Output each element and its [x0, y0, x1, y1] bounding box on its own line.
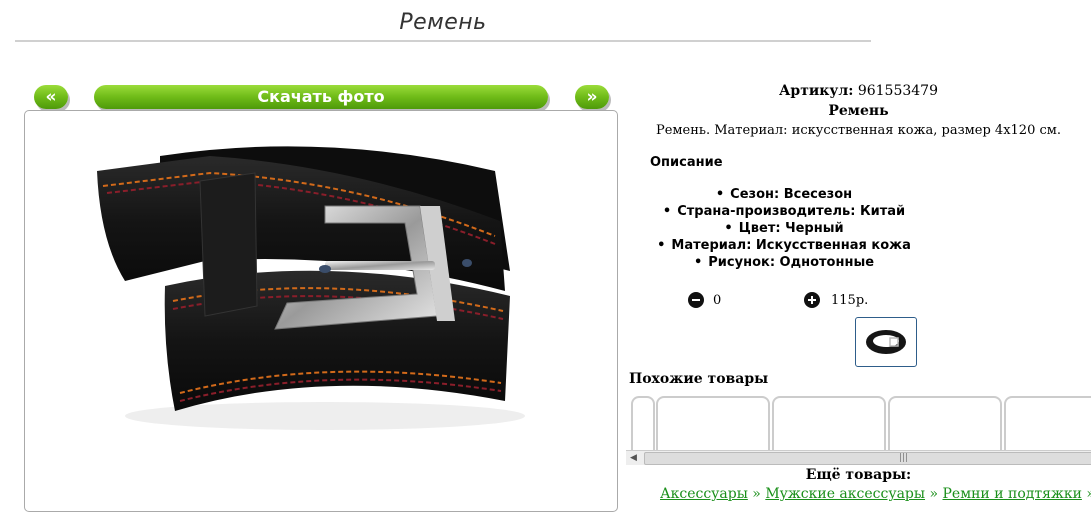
feature-color: Цвет: Черный — [626, 220, 942, 237]
minus-icon[interactable] — [688, 292, 704, 308]
next-photo-button[interactable]: » — [575, 85, 609, 109]
belt-thumbnail-icon — [866, 330, 906, 354]
title-divider — [15, 40, 871, 42]
price-value: 115р. — [831, 293, 869, 308]
feature-season: Сезон: Всесезон — [626, 186, 942, 203]
description-heading: Описание — [650, 155, 723, 170]
prev-photo-button[interactable]: « — [34, 85, 68, 109]
breadcrumb-link[interactable]: Аксессуары — [660, 486, 748, 502]
similar-product-card[interactable] — [631, 396, 655, 450]
feature-list: Сезон: Всесезон Страна-производитель: Ки… — [626, 186, 942, 271]
scroll-left-icon[interactable]: ◀ — [630, 453, 637, 463]
feature-country: Страна-производитель: Китай — [626, 203, 942, 220]
product-name: Ремень — [828, 103, 889, 119]
feature-pattern: Рисунок: Однотонные — [626, 254, 942, 271]
similar-products-carousel — [626, 394, 1091, 450]
product-photo-frame — [24, 110, 618, 512]
product-short-description: Ремень. Материал: искусственная кожа, ра… — [655, 123, 1062, 138]
download-photo-button[interactable]: Скачать фото — [94, 85, 548, 109]
horizontal-scrollbar[interactable]: ◀ ||| — [626, 450, 1091, 465]
similar-product-card[interactable] — [772, 396, 886, 450]
more-products-heading: Ещё товары: — [805, 467, 912, 483]
article-label: Артикул: — [779, 83, 854, 99]
belt-photo[interactable] — [25, 111, 617, 511]
similar-product-card[interactable] — [1004, 396, 1091, 450]
breadcrumb-link[interactable]: Ремни и подтяжки — [943, 486, 1082, 502]
similar-products-heading: Похожие товары — [629, 371, 769, 387]
plus-icon[interactable] — [804, 292, 820, 308]
similar-product-card[interactable] — [888, 396, 1002, 450]
similar-product-card[interactable] — [656, 396, 770, 450]
scrollbar-thumb[interactable]: ||| — [644, 452, 1091, 465]
page-title: Ремень — [399, 10, 487, 35]
article-line: Артикул: 961553479 — [626, 83, 1091, 99]
breadcrumb-link[interactable]: Мужские аксессуары — [765, 486, 925, 502]
scrollbar-grip-icon: ||| — [899, 453, 909, 463]
belt-thumbnail[interactable] — [855, 317, 917, 367]
feature-material: Материал: Искусственная кожа — [626, 237, 942, 254]
quantity-value: 0 — [713, 293, 722, 308]
breadcrumb: Аксессуары » Мужские аксессуары » Ремни … — [660, 486, 1091, 502]
article-value: 961553479 — [857, 83, 938, 99]
